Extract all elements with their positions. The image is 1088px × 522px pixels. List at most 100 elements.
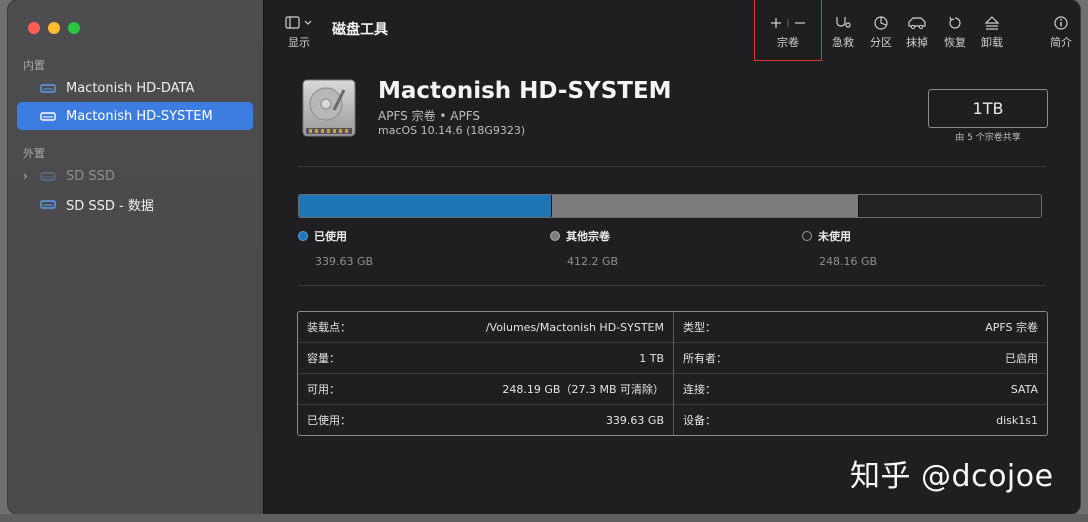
info-value: disk1s1 xyxy=(996,413,1038,427)
add-remove-label: 宗卷 xyxy=(777,36,799,49)
volume-os: macOS 10.14.6 (18G9323) xyxy=(378,124,526,137)
stethoscope-icon xyxy=(836,17,851,28)
sidebar-item-label: SD SSD xyxy=(66,168,115,184)
partition-label: 分区 xyxy=(870,36,892,49)
add-remove-volume-button[interactable]: 宗卷 xyxy=(764,16,812,50)
sidebar-item-sd-ssd-data[interactable]: SD SSD - 数据 xyxy=(17,190,253,218)
info-row-capacity: 容量： 1 TB xyxy=(298,343,673,374)
plus-minus-icon xyxy=(771,18,805,28)
hard-drive-icon xyxy=(302,79,356,137)
eject-icon xyxy=(984,16,1000,30)
view-label: 显示 xyxy=(288,36,310,49)
close-button[interactable] xyxy=(28,22,40,34)
usage-free-segment xyxy=(858,195,1041,217)
window-controls xyxy=(28,22,80,34)
capacity-box: 1TB xyxy=(928,89,1048,128)
restore-icon xyxy=(949,16,961,29)
info-value: 1 TB xyxy=(639,351,664,365)
info-icon xyxy=(1054,16,1068,30)
disk-utility-window: 内置 Mactonish HD-DATA Mactonish HD-SYSTEM… xyxy=(8,0,1080,514)
info-row-available: 可用： 248.19 GB（27.3 MB 可清除） xyxy=(298,374,673,405)
info-value: 已启用 xyxy=(1005,352,1038,365)
info-right-column: 类型： APFS 宗卷 所有者： 已启用 连接： SATA 设备： disk1s… xyxy=(674,312,1047,435)
info-table: 装载点： /Volumes/Mactonish HD-SYSTEM 容量： 1 … xyxy=(297,311,1048,436)
info-row-mount-point: 装载点： /Volumes/Mactonish HD-SYSTEM xyxy=(298,312,673,343)
disk-icon xyxy=(40,84,56,93)
info-value: APFS 宗卷 xyxy=(985,321,1038,334)
info-row-owners: 所有者： 已启用 xyxy=(674,343,1047,374)
section-external-label: 外置 xyxy=(23,147,45,160)
sidebar-item-label: Mactonish HD-DATA xyxy=(66,80,195,96)
info-key: 连接： xyxy=(683,383,716,396)
sidebar-toggle-icon xyxy=(285,16,312,29)
sidebar-item-label: SD SSD - 数据 xyxy=(66,198,154,214)
volume-name: Mactonish HD-SYSTEM xyxy=(378,78,672,104)
disk-icon xyxy=(40,112,56,121)
legend-used-value: 339.63 GB xyxy=(315,255,374,268)
info-left-column: 装载点： /Volumes/Mactonish HD-SYSTEM 容量： 1 … xyxy=(298,312,673,435)
divider xyxy=(298,285,1046,286)
chevron-right-icon[interactable]: › xyxy=(23,169,28,183)
info-key: 可用： xyxy=(307,383,340,396)
legend-free-value: 248.16 GB xyxy=(819,255,878,268)
volume-subtitle: APFS 宗卷 • APFS xyxy=(378,109,481,123)
info-value: /Volumes/Mactonish HD-SYSTEM xyxy=(485,320,664,334)
first-aid-button[interactable]: 急救 xyxy=(830,16,856,50)
app-title: 磁盘工具 xyxy=(332,22,388,38)
info-key: 装载点： xyxy=(307,321,351,334)
info-button[interactable]: 简介 xyxy=(1048,16,1074,50)
info-key: 类型： xyxy=(683,321,716,334)
usage-used-segment xyxy=(299,195,553,217)
eraser-car-icon xyxy=(908,17,926,30)
legend-free: 未使用 248.16 GB xyxy=(802,228,877,268)
info-value: 339.63 GB xyxy=(605,413,664,427)
usage-other-segment xyxy=(552,195,859,217)
legend-used: 已使用 339.63 GB xyxy=(298,228,373,268)
sidebar-item-sd-ssd[interactable]: › SD SSD xyxy=(17,162,253,190)
sidebar-item-label: Mactonish HD-SYSTEM xyxy=(66,108,213,124)
info-key: 容量： xyxy=(307,352,340,365)
restore-label: 恢复 xyxy=(944,36,966,49)
info-key: 所有者： xyxy=(683,352,727,365)
info-row-used: 已使用： 339.63 GB xyxy=(298,405,673,435)
sidebar-item-mactonish-hd-system[interactable]: Mactonish HD-SYSTEM xyxy=(17,102,253,130)
pie-icon xyxy=(874,16,888,30)
sidebar: 内置 Mactonish HD-DATA Mactonish HD-SYSTEM… xyxy=(8,0,264,514)
info-row-type: 类型： APFS 宗卷 xyxy=(674,312,1047,343)
info-value: SATA xyxy=(1010,382,1038,396)
zoom-button[interactable] xyxy=(68,22,80,34)
usage-bar xyxy=(298,194,1042,218)
legend-free-label: 未使用 xyxy=(818,230,851,243)
capacity-note: 由 5 个宗卷共享 xyxy=(955,133,1021,143)
free-swatch xyxy=(802,231,812,241)
disk-icon xyxy=(40,172,56,181)
minimize-button[interactable] xyxy=(48,22,60,34)
erase-label: 抹掉 xyxy=(906,36,928,49)
section-internal-label: 内置 xyxy=(23,59,45,72)
legend-other: 其他宗卷 412.2 GB xyxy=(550,228,618,268)
info-row-device: 设备： disk1s1 xyxy=(674,405,1047,435)
info-label: 简介 xyxy=(1050,36,1072,49)
unmount-button[interactable]: 卸载 xyxy=(979,16,1005,50)
view-button[interactable]: 显示 xyxy=(284,16,314,50)
used-swatch xyxy=(298,231,308,241)
info-row-connection: 连接： SATA xyxy=(674,374,1047,405)
disk-icon xyxy=(40,200,56,209)
first-aid-label: 急救 xyxy=(832,36,854,49)
main-panel: 显示 磁盘工具 宗卷 急救 分区 抹掉 恢复 卸载 简介 Mactonish H… xyxy=(264,0,1080,514)
divider xyxy=(298,166,1046,167)
sidebar-item-mactonish-hd-data[interactable]: Mactonish HD-DATA xyxy=(17,74,253,102)
info-key: 已使用： xyxy=(307,414,351,427)
legend-other-value: 412.2 GB xyxy=(567,255,619,268)
legend-other-label: 其他宗卷 xyxy=(566,230,610,243)
partition-button[interactable]: 分区 xyxy=(868,16,894,50)
desktop-strip xyxy=(0,514,1088,522)
restore-button[interactable]: 恢复 xyxy=(942,16,968,50)
legend-used-label: 已使用 xyxy=(314,230,347,243)
other-swatch xyxy=(550,231,560,241)
toolbar: 显示 磁盘工具 宗卷 急救 分区 抹掉 恢复 卸载 简介 xyxy=(264,0,1080,62)
info-key: 设备： xyxy=(683,414,716,427)
erase-button[interactable]: 抹掉 xyxy=(904,16,930,50)
watermark: 知乎 @dcojoe xyxy=(850,459,1054,494)
unmount-label: 卸载 xyxy=(981,36,1003,49)
